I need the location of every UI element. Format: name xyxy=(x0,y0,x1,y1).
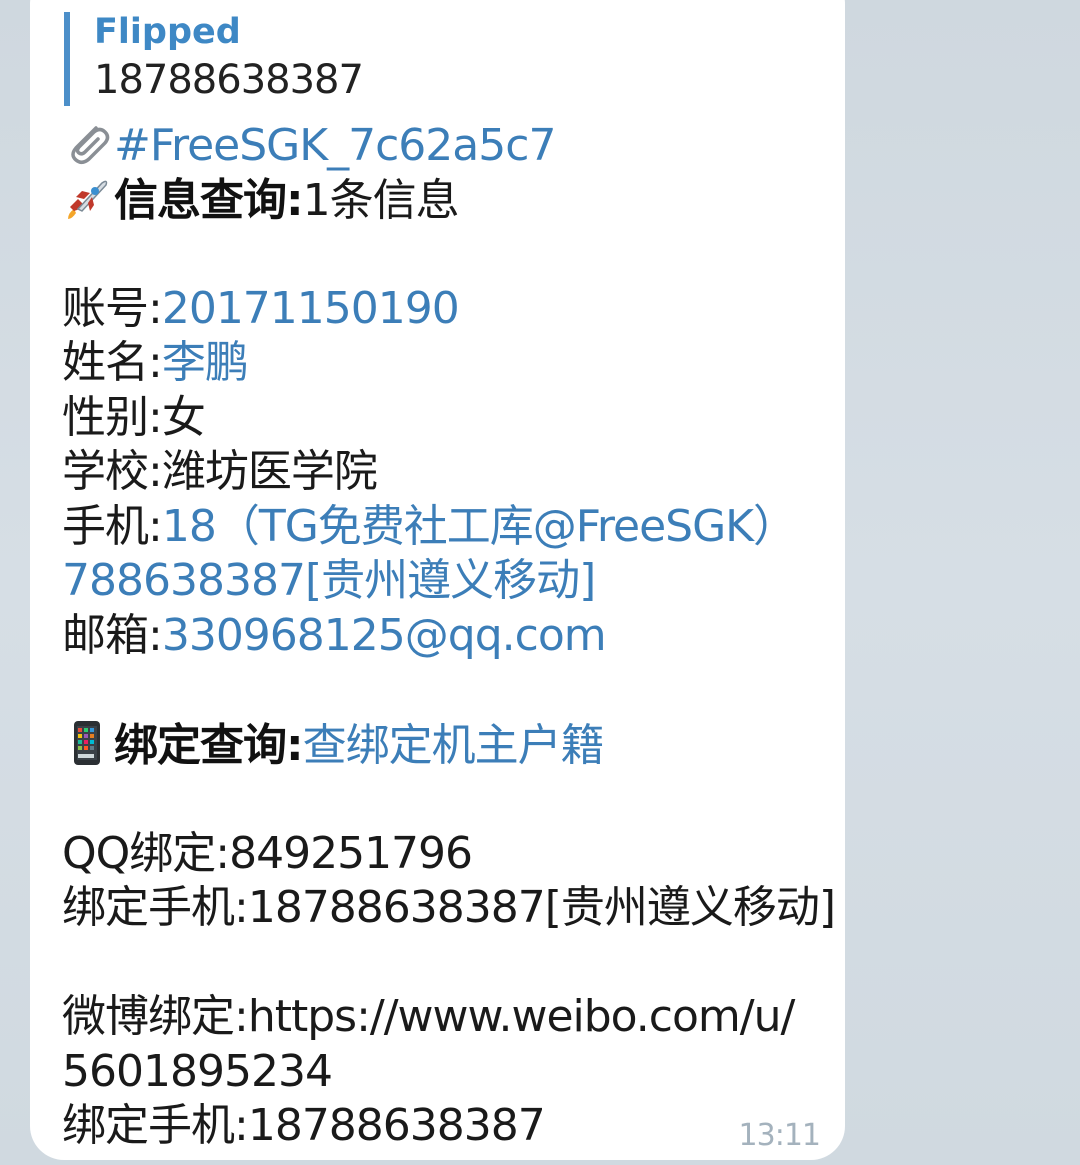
hashtag-link[interactable]: #FreeSGK_7c62a5c7 xyxy=(114,120,556,171)
message-text: #FreeSGK_7c62a5c7 信息查询:1条信息 账号:201711501… xyxy=(62,118,836,1154)
bound-phone2-value: 18788638387 xyxy=(247,1100,546,1151)
gender-label: 性别: xyxy=(62,391,163,443)
email-line: 邮箱:330968125@qq.com xyxy=(62,609,822,664)
name-link[interactable]: 李鹏 xyxy=(162,337,249,388)
phone-line: 手机:18（TG免费社工库@FreeSGK） xyxy=(62,500,822,555)
name-label: 姓名: xyxy=(62,337,163,388)
phone-label: 手机: xyxy=(62,500,163,552)
gender-value: 女 xyxy=(161,391,206,443)
phone-link-part2[interactable]: 788638387[贵州遵义移动] xyxy=(62,555,596,606)
account-line: 账号:20171150190 xyxy=(62,282,822,337)
info-value: 1条信息 xyxy=(302,174,460,226)
binding-label: 绑定查询: xyxy=(114,719,304,771)
tag-line: #FreeSGK_7c62a5c7 xyxy=(62,118,822,173)
bound-phone2-line: 绑定手机:18788638387 xyxy=(62,1099,822,1154)
qq-line: QQ绑定:849251796 xyxy=(62,827,822,882)
account-label: 账号: xyxy=(62,282,163,334)
school-value: 潍坊医学院 xyxy=(161,446,378,497)
bound-phone-label: 绑定手机: xyxy=(62,882,249,933)
school-line: 学校:潍坊医学院 xyxy=(62,445,822,500)
rocket-icon xyxy=(68,180,108,219)
phone-line-continued: 788638387[贵州遵义移动] xyxy=(62,554,822,609)
email-label: 邮箱: xyxy=(62,609,163,661)
email-link[interactable]: 330968125@qq.com xyxy=(162,610,607,661)
school-label: 学校: xyxy=(62,446,163,497)
info-label: 信息查询: xyxy=(114,174,304,226)
message-timestamp: 13:11 xyxy=(738,1118,821,1153)
account-link[interactable]: 20171150190 xyxy=(162,283,460,334)
gender-line: 性别:女 xyxy=(62,391,822,446)
mobile-phone-icon xyxy=(74,720,100,765)
reply-quote[interactable]: Flipped 18788638387 xyxy=(64,12,364,106)
name-line: 姓名:李鹏 xyxy=(62,336,822,391)
bound-phone-value: 18788638387[贵州遵义移动] xyxy=(247,882,836,933)
paperclip-icon xyxy=(71,126,110,164)
weibo-line: 微博绑定:https://www.weibo.com/u/ xyxy=(62,990,822,1045)
qq-label: QQ绑定: xyxy=(62,827,230,879)
phone-link-part1[interactable]: 18（TG免费社工库@FreeSGK） xyxy=(162,501,797,552)
info-line: 信息查询:1条信息 xyxy=(62,173,822,228)
binding-line: 绑定查询:查绑定机主户籍 xyxy=(62,718,822,773)
weibo-value-part2: 5601895234 xyxy=(62,1045,333,1097)
reply-sender-name: Flipped xyxy=(94,12,241,52)
qq-value: 849251796 xyxy=(229,827,473,879)
reply-quoted-text: 18788638387 xyxy=(94,57,364,103)
weibo-line-continued: 5601895234 xyxy=(62,1045,822,1100)
weibo-value-part1: https://www.weibo.com/u/ xyxy=(247,991,795,1042)
binding-link[interactable]: 查绑定机主户籍 xyxy=(303,720,605,771)
bound-phone-line: 绑定手机:18788638387[贵州遵义移动] xyxy=(62,881,836,936)
weibo-label: 微博绑定: xyxy=(62,991,249,1042)
bound-phone2-label: 绑定手机: xyxy=(62,1100,249,1151)
